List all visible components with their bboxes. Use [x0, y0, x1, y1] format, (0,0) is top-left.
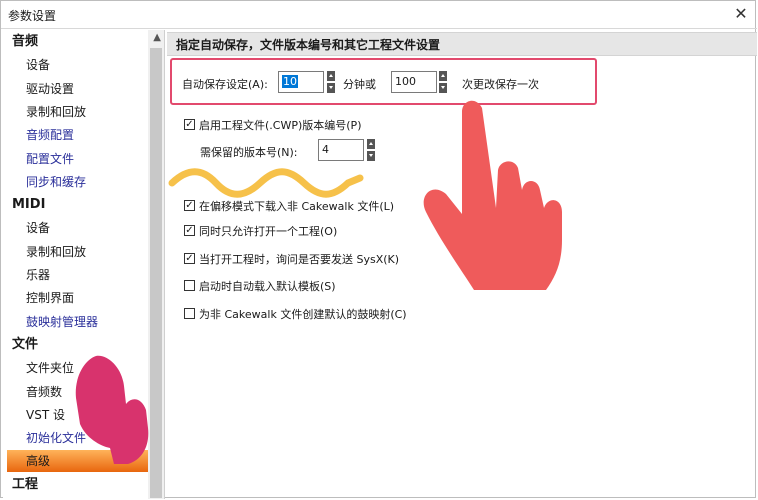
tree-item[interactable]: 乐器 — [3, 264, 164, 286]
tree-item[interactable]: VST 设 — [3, 404, 164, 426]
enable-versioning-checkbox[interactable]: ✓ — [184, 119, 195, 130]
spin-up-icon[interactable] — [367, 139, 375, 149]
tree-category[interactable]: MIDI — [3, 194, 155, 216]
settings-tree: 音频 设备 驱动设置 录制和回放 音频配置 配置文件 同步和缓存 MIDI 设备 录制和回放 乐器控… — [3, 30, 165, 499]
option-label: 为非 Cakewalk 文件创建默认的鼓映射(C) — [199, 308, 407, 321]
tree-item[interactable]: 设备 — [3, 217, 164, 239]
scrollbar-thumb[interactable] — [150, 48, 162, 498]
tree-category[interactable]: 音频 — [3, 31, 155, 53]
tree-item[interactable]: 同步和缓存 — [3, 171, 164, 193]
tree-item[interactable]: 控制界面 — [3, 287, 164, 309]
tree-item[interactable]: 初始化文件 — [3, 427, 164, 449]
tree-item[interactable]: 配置文件 — [3, 148, 164, 170]
keep-versions-spinner[interactable] — [367, 139, 375, 161]
tree-category[interactable]: 工程 — [3, 474, 155, 496]
tree-item[interactable]: 录制和回放 — [3, 241, 164, 263]
close-icon[interactable]: ✕ — [731, 4, 751, 24]
keep-versions-value: 4 — [322, 143, 329, 156]
tree-item[interactable]: 文件夹位 — [3, 357, 164, 379]
option-label: 当打开工程时，询问是否要发送 SysX(K) — [199, 253, 400, 266]
tree-category[interactable]: 文件 — [3, 334, 155, 356]
keep-versions-field[interactable]: 4 — [318, 139, 364, 161]
window-title: 参数设置 — [8, 9, 57, 23]
option-checkbox[interactable] — [184, 280, 195, 291]
option-checkbox[interactable]: ✓ — [184, 253, 195, 264]
option-label: 同时只允许打开一个工程(O) — [199, 225, 338, 238]
tree-item[interactable]: 高级 — [7, 450, 164, 473]
enable-versioning-label: 启用工程文件(.CWP)版本编号(P) — [199, 119, 362, 132]
spin-down-icon[interactable] — [367, 151, 375, 161]
scroll-up-icon[interactable]: ▲ — [153, 32, 161, 43]
tree-item[interactable]: 驱动设置 — [3, 78, 164, 100]
tree-item[interactable]: 录制和回放 — [3, 101, 164, 123]
option-label: 在偏移模式下载入非 Cakewalk 文件(L) — [199, 200, 395, 213]
option-checkbox[interactable]: ✓ — [184, 225, 195, 236]
tree-scrollbar[interactable]: ▲ — [148, 30, 164, 499]
option-checkbox[interactable] — [184, 308, 195, 319]
option-checkbox[interactable]: ✓ — [184, 200, 195, 211]
keep-versions-label: 需保留的版本号(N): — [200, 146, 298, 159]
panel-header-text: 指定自动保存，文件版本编号和其它工程文件设置 — [176, 38, 441, 52]
title-bar: 参数设置 ✕ — [1, 1, 757, 29]
autosave-highlight-box — [170, 58, 597, 105]
tree-item[interactable]: 音频数 — [3, 381, 164, 403]
tree-item[interactable]: 设备 — [3, 54, 164, 76]
panel-header: 指定自动保存，文件版本编号和其它工程文件设置 — [167, 32, 757, 56]
tree-item[interactable]: 鼓映射管理器 — [3, 311, 164, 333]
option-label: 启动时自动载入默认模板(S) — [199, 280, 336, 293]
tree-item[interactable]: 音频配置 — [3, 124, 164, 146]
